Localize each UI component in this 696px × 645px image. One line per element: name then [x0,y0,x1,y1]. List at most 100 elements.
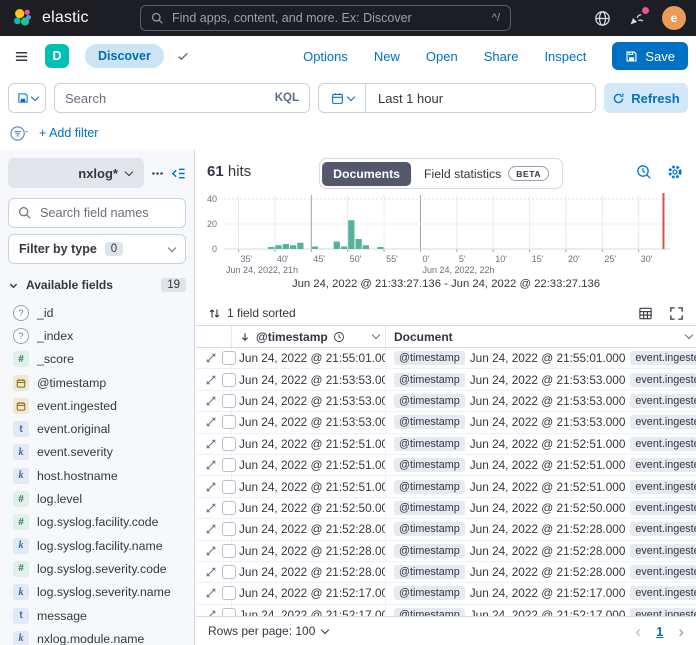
available-fields-toggle[interactable]: Available fields 19 [8,278,186,292]
field-list-item[interactable]: ? _id [8,301,186,324]
field-list-item[interactable]: t event.original [8,417,186,440]
expand-row-icon[interactable] [205,502,217,514]
field-list-item[interactable]: # log.level [8,487,186,510]
timestamp-column-header[interactable]: @timestamp [232,326,386,347]
field-list-item[interactable]: event.ingested [8,394,186,417]
space-badge[interactable]: D [45,44,69,68]
field-search-input[interactable]: Search field names [8,198,186,228]
new-button[interactable]: New [374,49,400,64]
inspect-button[interactable]: Inspect [544,49,586,64]
data-view-picker[interactable]: nxlog* [8,158,144,188]
next-page-icon[interactable]: › [678,623,684,640]
field-list-item[interactable]: # log.syslog.facility.code [8,511,186,534]
filter-by-type-button[interactable]: Filter by type 0 [8,234,186,264]
field-name: log.syslog.facility.name [37,539,163,553]
tab-documents[interactable]: Documents [322,162,411,186]
query-language-button[interactable]: KQL [275,92,299,104]
grid-toolbar: 1 field sorted [196,301,696,325]
page-number[interactable]: 1 [656,624,663,639]
field-list-item[interactable]: ? _index [8,324,186,347]
field-name: event.severity [37,445,113,459]
share-button[interactable]: Share [484,49,519,64]
table-row: Jun 24, 2022 @ 21:52:50.000 @timestamp J… [196,498,696,519]
timestamp-cell: Jun 24, 2022 @ 21:52:50.000 [232,498,386,518]
field-list-item[interactable]: k event.severity [8,441,186,464]
svg-text:40': 40' [277,254,289,264]
document-column-header[interactable]: Document [386,326,696,347]
field-list-item[interactable]: k log.syslog.facility.name [8,534,186,557]
expand-row-icon[interactable] [205,481,217,493]
documents-grid: @timestamp Document [196,325,696,617]
expand-row-icon[interactable] [205,352,217,364]
field-chip: event.ingested [630,351,696,365]
field-name: nxlog.module.name [37,632,144,645]
expand-row-icon[interactable] [205,523,217,535]
gear-icon[interactable] [667,164,683,180]
expand-row-icon[interactable] [205,566,217,578]
chevron-down-icon [125,167,133,175]
field-chip: @timestamp [394,586,465,600]
refresh-button[interactable]: Refresh [604,83,688,113]
fullscreen-icon[interactable] [669,306,684,321]
global-search-input[interactable]: Find apps, content, and more. Ex: Discov… [140,5,511,31]
display-options-icon[interactable] [638,306,653,321]
previous-page-icon[interactable]: ‹ [635,623,641,640]
tab-field-statistics[interactable]: Field statistics BETA [413,161,560,186]
svg-text:20: 20 [207,219,217,229]
field-list-item[interactable]: # _score [8,348,186,371]
field-list-item[interactable]: k log.syslog.severity.name [8,581,186,604]
field-list-item[interactable]: k host.hostname [8,464,186,487]
expand-row-icon[interactable] [205,395,217,407]
field-list-options-icon[interactable] [151,167,164,180]
field-name: @timestamp [37,376,106,390]
deployment-icon[interactable] [594,10,611,27]
document-explorer: 61 hits Documents Field statistics BETA [196,150,696,645]
field-type-icon: k [13,468,29,484]
document-column-label: Document [394,330,453,344]
collapse-sidebar-icon[interactable] [171,166,186,181]
field-chip: @timestamp [394,544,465,558]
add-filter-button[interactable]: + Add filter [39,126,98,140]
field-chip: @timestamp [394,373,465,387]
expand-row-icon[interactable] [205,459,217,471]
expand-row-icon[interactable] [205,374,217,386]
hits-count: 61 [207,163,224,180]
rows-per-page-button[interactable]: Rows per page: 100 [208,624,328,638]
data-view-name: nxlog* [78,166,118,181]
filter-menu-icon[interactable] [10,125,29,142]
field-list-item[interactable]: k nxlog.module.name [8,627,186,645]
menu-icon[interactable] [8,43,35,70]
table-row: Jun 24, 2022 @ 21:53:53.000 @timestamp J… [196,391,696,412]
avatar[interactable]: e [662,6,686,30]
options-button[interactable]: Options [303,49,348,64]
open-button[interactable]: Open [426,49,458,64]
expand-row-icon[interactable] [205,438,217,450]
histogram-svg[interactable]: 35'40'45'50'55'0'5'10'15'20'25'30'02040J… [198,187,676,279]
field-name: event.original [37,422,110,436]
field-list-item[interactable]: @timestamp [8,371,186,394]
chevron-down-icon[interactable] [685,331,693,339]
timestamp-cell: Jun 24, 2022 @ 21:52:28.000 [232,562,386,582]
field-list-item[interactable]: t message [8,604,186,627]
expand-row-icon[interactable] [205,416,217,428]
field-type-icon: # [13,491,29,507]
time-range-button[interactable]: Last 1 hour [366,91,443,106]
save-button[interactable]: Save [612,42,688,70]
expand-row-icon[interactable] [205,545,217,557]
query-input[interactable]: Search KQL [54,83,310,113]
quick-select-button[interactable] [319,84,366,112]
saved-query-menu-button[interactable] [8,83,46,113]
sort-fields-button[interactable]: 1 field sorted [208,306,296,320]
breadcrumb[interactable]: Discover [85,44,164,68]
table-row: Jun 24, 2022 @ 21:52:17.000 @timestamp J… [196,583,696,604]
newsfeed-icon[interactable] [628,10,645,27]
elastic-logo[interactable]: elastic [0,7,89,29]
table-row: Jun 24, 2022 @ 21:53:53.000 @timestamp J… [196,369,696,390]
chevron-down-icon[interactable] [372,331,380,339]
expand-row-icon[interactable] [205,587,217,599]
field-list-item[interactable]: # log.syslog.severity.code [8,557,186,580]
document-cell: @timestamp Jun 24, 2022 @ 21:52:51.000 e… [386,455,696,475]
app-header: elastic Find apps, content, and more. Ex… [0,0,696,36]
search-sessions-icon[interactable] [636,164,652,180]
field-type-icon [13,375,29,391]
